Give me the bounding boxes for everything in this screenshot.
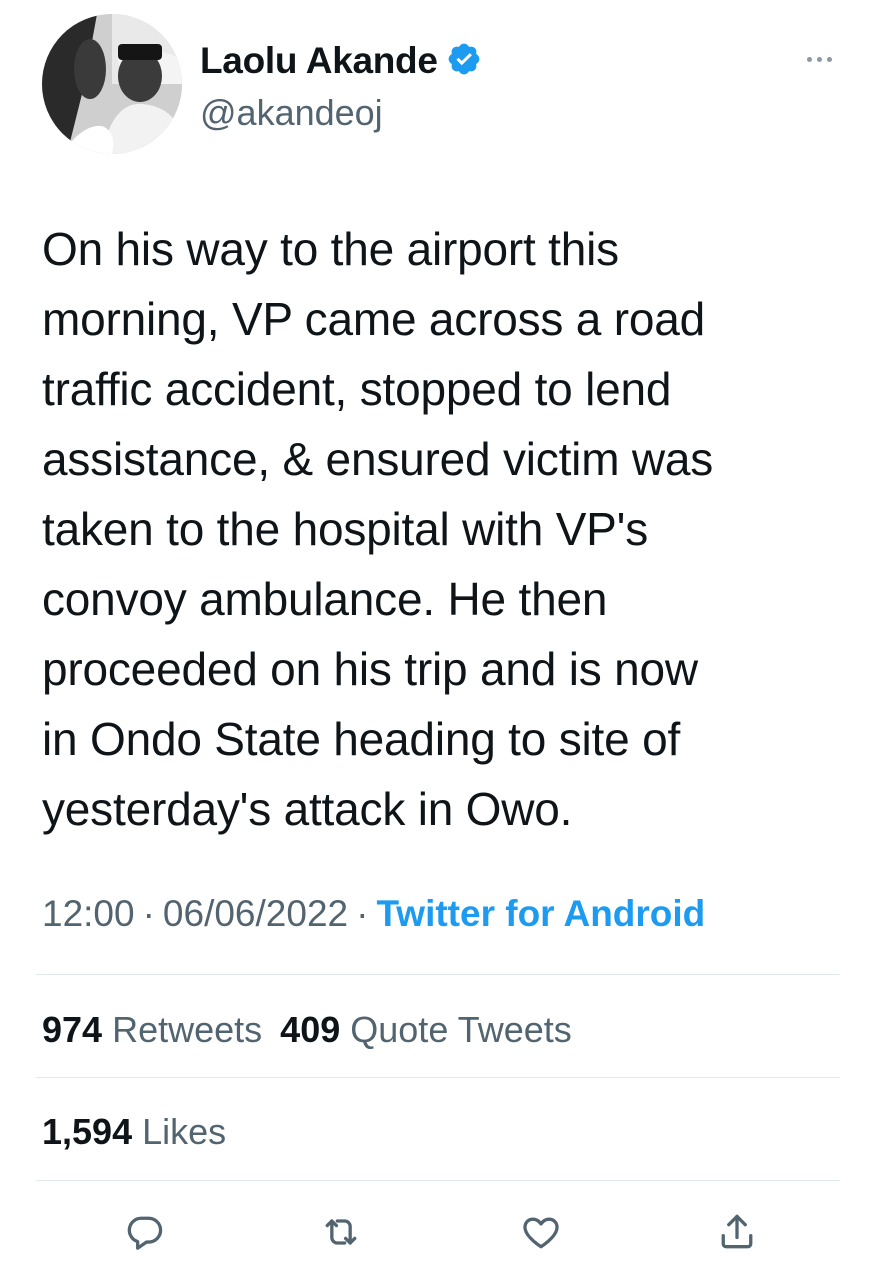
quote-tweets-count: 409 — [280, 1009, 341, 1050]
divider — [36, 1180, 840, 1181]
verified-badge-icon — [446, 41, 482, 82]
tweet-meta: 12:00 · 06/06/2022 · Twitter for Android — [42, 893, 842, 935]
divider — [36, 1077, 840, 1078]
retweets-count: 974 — [42, 1009, 103, 1050]
tweet-time[interactable]: 12:00 — [42, 893, 135, 934]
user-handle[interactable]: @akandeoj — [200, 92, 482, 134]
tweet-text: On his way to the airport this morning, … — [42, 223, 714, 835]
reply-icon[interactable] — [118, 1205, 172, 1259]
avatar[interactable] — [42, 14, 182, 154]
tweet-date[interactable]: 06/06/2022 — [163, 893, 348, 934]
likes-count: 1,594 — [42, 1111, 133, 1152]
retweets-label: Retweets — [112, 1009, 263, 1050]
user-info: Laolu Akande @akandeoj — [200, 40, 482, 134]
tweet-header: Laolu Akande @akandeoj — [42, 14, 842, 154]
divider — [36, 974, 840, 975]
tweet-source-link[interactable]: Twitter for Android — [376, 893, 705, 934]
likes-stat[interactable]: 1,594 Likes — [42, 1111, 226, 1152]
likes-label: Likes — [142, 1111, 227, 1152]
quote-tweets-stat[interactable]: 409 Quote Tweets — [280, 1009, 572, 1050]
retweet-icon[interactable] — [314, 1205, 368, 1259]
retweets-stat[interactable]: 974 Retweets — [42, 1009, 262, 1050]
quote-tweets-label: Quote Tweets — [350, 1009, 572, 1050]
more-options-icon[interactable] — [802, 52, 836, 66]
engagement-stats: 974 Retweets 409 Quote Tweets — [42, 1009, 572, 1051]
display-name[interactable]: Laolu Akande — [200, 40, 438, 82]
meta-separator: · — [142, 893, 155, 934]
share-icon[interactable] — [710, 1205, 764, 1259]
likes-stats: 1,594 Likes — [42, 1111, 226, 1153]
action-bar — [0, 1205, 882, 1265]
meta-separator: · — [356, 893, 369, 934]
like-icon[interactable] — [514, 1205, 568, 1259]
